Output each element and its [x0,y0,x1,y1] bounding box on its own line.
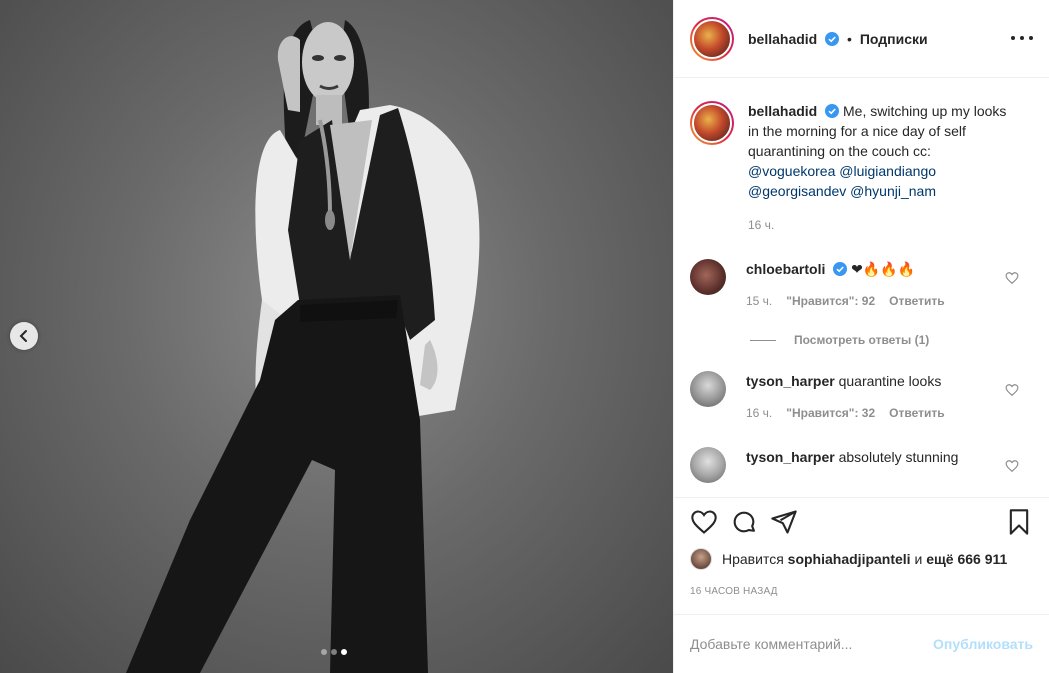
comment-avatar[interactable] [690,371,726,407]
post-timestamp[interactable]: 16 ЧАСОВ НАЗАД [690,586,778,597]
comments-list[interactable]: bellahadid Me, switching up my looks in … [674,79,1049,496]
comment-likes[interactable]: "Нравится": 32 [786,403,875,423]
comment-text: absolutely stunning [838,449,959,465]
reply-button[interactable]: Ответить [889,403,944,423]
verified-badge-icon [825,31,840,46]
post-header: bellahadid • Подписки [674,0,1049,78]
verified-badge-icon [833,262,848,276]
header-separator: • [847,30,852,47]
more-options-icon[interactable] [1011,28,1033,48]
heart-icon[interactable] [690,508,718,536]
action-bar [674,497,1049,545]
comment-icon[interactable] [730,508,758,536]
comment-time[interactable]: 15 ч. [746,291,772,311]
comment-username[interactable]: tyson_harper [746,449,835,465]
mention-link[interactable]: @luigiandiango [839,163,936,179]
comment-row: chloebartoli ❤🔥🔥🔥 15 ч. "Нравится": 92 О… [674,259,1049,311]
mention-link[interactable]: @voguekorea [748,163,835,179]
comment-username[interactable]: tyson_harper [746,373,835,389]
caption-username[interactable]: bellahadid [748,103,817,119]
post-modal: bellahadid • Подписки bellahadid Me, swi… [0,0,1049,673]
comment-text: quarantine looks [838,373,942,389]
reply-button[interactable]: Ответить [889,291,944,311]
chevron-left-icon [19,330,27,342]
comment-time[interactable]: 16 ч. [746,403,772,423]
likes-prefix: Нравится [722,551,784,567]
liker-username[interactable]: sophiahadjipanteli [788,551,911,567]
like-comment-heart-icon[interactable] [1005,271,1019,285]
carousel-dot-active [341,649,347,655]
comment-avatar[interactable] [690,259,726,295]
author-avatar[interactable] [690,16,734,61]
author-username[interactable]: bellahadid [748,31,817,47]
add-comment-form: Опубликовать [674,614,1049,673]
caption-avatar[interactable] [690,101,734,145]
carousel-dot [321,649,327,655]
view-replies-label: Посмотреть ответы (1) [794,333,930,347]
mention-link[interactable]: @georgisandev [748,183,846,199]
verified-badge-icon [825,104,840,118]
carousel-indicator [321,649,347,655]
previous-photo-button[interactable] [10,322,38,350]
like-comment-heart-icon[interactable] [1005,383,1019,397]
comment-avatar[interactable] [690,447,726,483]
carousel-dot [331,649,337,655]
mention-link[interactable]: @hyunji_nam [850,183,936,199]
comment-username[interactable]: chloebartoli [746,261,825,277]
comment-likes[interactable]: "Нравится": 92 [786,291,875,311]
comment-row: tyson_harper absolutely stunning [674,447,1049,483]
likes-joiner: и [914,551,923,567]
post-side-panel: bellahadid • Подписки bellahadid Me, swi… [673,0,1049,673]
share-icon[interactable] [770,508,798,536]
likes-summary: Нравится sophiahadjipanteli и ещё 666 91… [690,548,1007,570]
publish-button[interactable]: Опубликовать [933,636,1033,652]
photo-figure [126,20,480,673]
comment-row: tyson_harper quarantine looks 16 ч. "Нра… [674,371,1049,423]
liker-avatar[interactable] [690,548,712,570]
comment-input[interactable] [690,636,934,652]
bookmark-icon[interactable] [1005,508,1033,536]
caption-time[interactable]: 16 ч. [748,215,774,235]
post-photo[interactable] [0,0,673,673]
caption-row: bellahadid Me, switching up my looks in … [674,101,1049,235]
like-comment-heart-icon[interactable] [1005,459,1019,473]
following-button[interactable]: Подписки [860,31,928,47]
view-replies-button[interactable]: Посмотреть ответы (1) [750,333,1049,347]
comment-text: ❤🔥🔥🔥 [851,261,916,277]
likes-count-button[interactable]: ещё 666 911 [926,551,1007,567]
